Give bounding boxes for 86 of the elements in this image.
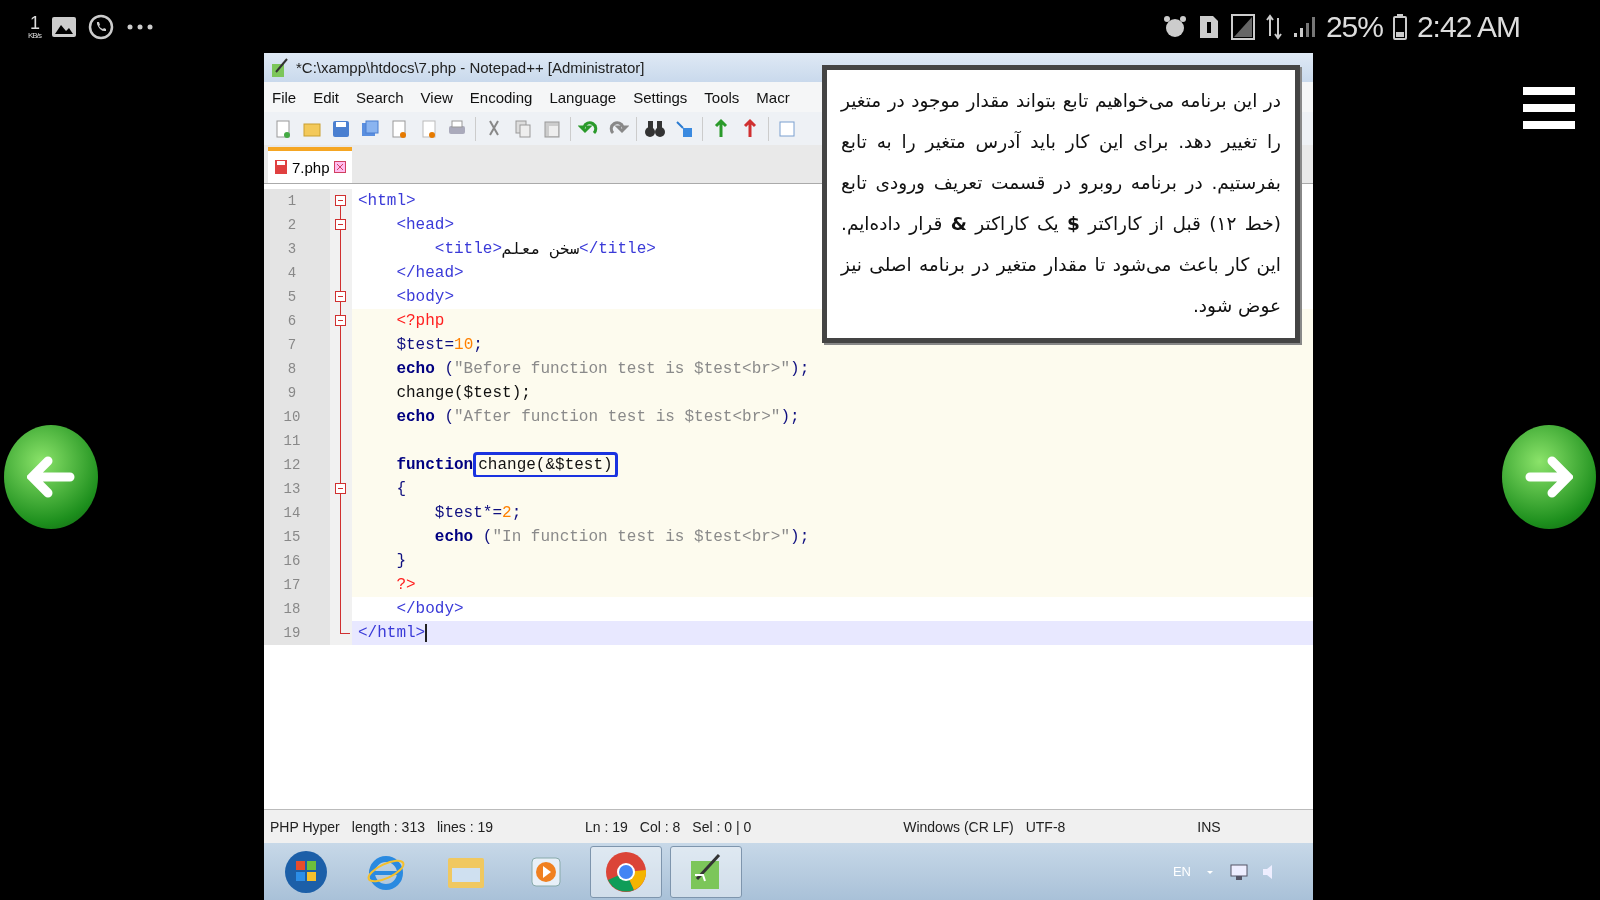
status-text: Windows (CR LF) (902, 818, 1015, 835)
save-icon (274, 159, 288, 175)
code-line: ?> (395, 576, 416, 594)
line-number: 11 (264, 429, 330, 453)
code-line: <?php (395, 312, 445, 330)
line-number: 13 (264, 477, 330, 501)
line-number: 19 (264, 621, 330, 645)
speed-unit: KB/s (28, 31, 41, 40)
status-text: UTF-8 (1024, 818, 1067, 835)
fold-icon[interactable] (335, 291, 346, 302)
chrome-icon (604, 849, 648, 894)
taskbar-button[interactable] (670, 845, 742, 898)
code-line: </head> (395, 264, 464, 282)
line-number: 6 (264, 309, 330, 333)
speed-value: 1 (29, 13, 39, 32)
line-number: 2 (264, 213, 330, 237)
fold-icon[interactable] (335, 195, 346, 206)
data-arrows-icon (1265, 13, 1282, 40)
line-number: 9 (264, 381, 330, 405)
line-number: 1 (264, 189, 330, 213)
taskbar-button[interactable] (590, 845, 662, 898)
line-number: 16 (264, 549, 330, 573)
line-number: 3 (264, 237, 330, 261)
menu-item[interactable]: Tools (704, 88, 740, 106)
code-line: echo ("After function test is $test<br>"); (395, 408, 800, 426)
menu-item[interactable]: Macr (756, 88, 790, 106)
menu-item[interactable]: Encoding (469, 88, 533, 106)
line-number: 4 (264, 261, 330, 285)
close-icon (333, 161, 346, 173)
line-number: 8 (264, 357, 330, 381)
code-line: { (395, 480, 406, 498)
code-line: <head> (395, 216, 454, 234)
status-text: length : 313 (350, 818, 426, 835)
copy-icon (512, 117, 534, 140)
code-line: <html> (358, 192, 416, 210)
line-number: 17 (264, 573, 330, 597)
code-line: echo ("In function test is $test<br>"); (433, 528, 810, 546)
network-icon (1229, 862, 1249, 881)
code-line: } (395, 552, 406, 570)
fold-icon[interactable] (335, 483, 346, 494)
left-arrow-icon (27, 455, 75, 498)
menu-item[interactable]: Language (549, 88, 617, 106)
line-number: 5 (264, 285, 330, 309)
code-line: $test*=2; (433, 504, 522, 522)
right-arrow-icon (1525, 455, 1573, 498)
status-text: INS (1196, 818, 1222, 835)
status-text: Col : 8 (638, 818, 682, 835)
sim-card-icon (1197, 13, 1220, 40)
line-number: 14 (264, 501, 330, 525)
clock-time: 2:42 AM (1416, 9, 1520, 44)
code-line: $test=10; (395, 336, 483, 354)
note-paragraph: در این برنامه می‌خواهیم تابع بتواند مقدار موجود در متغیر را تغییر دهد. برای این کار باید آدرس متغیر را به تابع بفرستیم. در برنامه روبرو در قسمت تعریف ورودی تابع (خط ۱۲) قبل از کاراکتر $ یک کاراکتر & قرار داده‌ایم. این کار باعث می‌شود تا مقدار متغیر در برنامه اصلی نیز عوض شود. (841, 89, 1281, 319)
menu-item[interactable]: Edit (313, 88, 340, 106)
phone-bubble-icon (86, 12, 115, 41)
status-text: lines : 19 (435, 818, 494, 835)
status-text: Sel : 0 | 0 (691, 818, 753, 835)
signal-icon (1291, 14, 1316, 39)
line-number: 7 (264, 333, 330, 357)
code-line: <body> (395, 288, 454, 306)
status-text: PHP Hyper (269, 818, 341, 835)
menu-item[interactable]: View (420, 88, 453, 106)
line-number: 18 (264, 597, 330, 621)
file-tab[interactable]: 7.php (268, 147, 352, 183)
alarm-icon (1161, 13, 1188, 40)
speaker-icon (1263, 863, 1273, 880)
status-text: Ln : 19 (584, 818, 629, 835)
fold-icon[interactable] (335, 315, 346, 326)
code-line: </html> (358, 624, 428, 642)
fold-icon[interactable] (335, 219, 346, 230)
start-orb-icon (283, 848, 329, 895)
menu-icon[interactable] (1523, 87, 1575, 129)
notepad-icon (270, 57, 288, 78)
line-number: 15 (264, 525, 330, 549)
gallery-icon (50, 14, 77, 39)
code-line: change($test); (395, 384, 531, 402)
line-number: 10 (264, 405, 330, 429)
window-title: *C:\xampp\htdocs\7.php - Notepad++ [Administrator] (296, 59, 645, 76)
menu-item[interactable]: Settings (633, 88, 688, 106)
menu-item[interactable]: File (272, 88, 297, 106)
battery-percent: 25% (1325, 9, 1383, 44)
line-number: 12 (264, 453, 330, 477)
code-line: echo ("Before function test is $test<br>"); (395, 360, 810, 378)
battery-icon (1392, 13, 1407, 40)
menu-item[interactable]: Search (356, 88, 404, 106)
code-line: </body> (395, 600, 464, 618)
no-signal-icon (1229, 12, 1256, 41)
